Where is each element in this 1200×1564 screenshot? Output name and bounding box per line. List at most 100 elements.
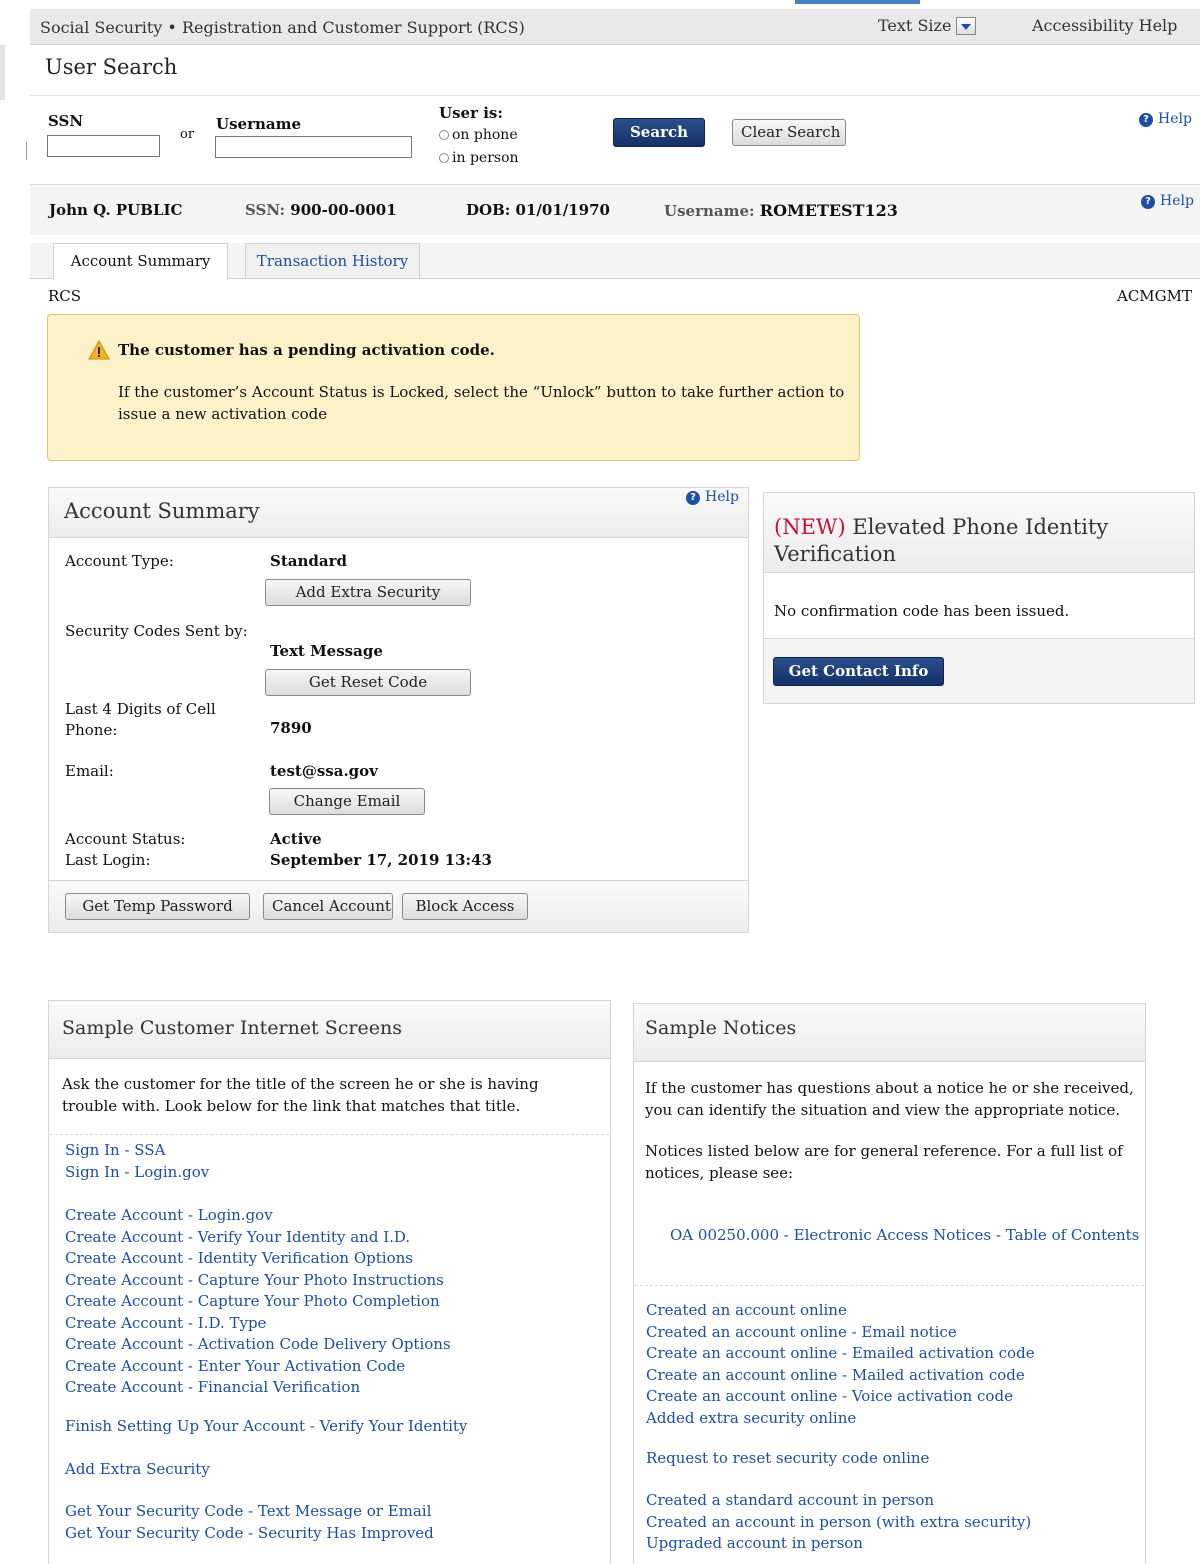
account-type-label: Account Type: [65, 552, 174, 570]
sample-screens-divider [50, 1134, 609, 1135]
sample-screens-group-finish: Finish Setting Up Your Account - Verify … [65, 1416, 467, 1438]
alert-title: The customer has a pending activation co… [118, 341, 495, 359]
cell-label-line1: Last 4 Digits of Cell [65, 700, 216, 718]
link-create-photo-completion[interactable]: Create Account - Capture Your Photo Comp… [65, 1291, 451, 1313]
sample-screens-group-create: Create Account - Login.gov Create Accoun… [65, 1205, 451, 1399]
in-person-radio[interactable] [439, 153, 449, 163]
link-sign-in-login-gov[interactable]: Sign In - Login.gov [65, 1162, 209, 1184]
text-size-label[interactable]: Text Size [878, 16, 951, 35]
elevated-verification-title: (NEW) Elevated Phone Identity Verificati… [774, 514, 1108, 568]
help-label: Help [1160, 193, 1194, 209]
link-security-code-improved[interactable]: Get Your Security Code - Security Has Im… [65, 1523, 434, 1545]
sample-notices-intro2: Notices listed below are for general ref… [645, 1142, 1123, 1182]
link-notice-created-online[interactable]: Created an account online [646, 1300, 1035, 1322]
sample-screens-group-signin: Sign In - SSA Sign In - Login.gov [65, 1140, 209, 1183]
on-phone-radio[interactable] [439, 130, 449, 140]
help-icon: ? [1139, 113, 1153, 127]
account-type-value: Standard [270, 552, 347, 570]
link-create-delivery-options[interactable]: Create Account - Activation Code Deliver… [65, 1334, 451, 1356]
security-codes-value: Text Message [270, 642, 383, 660]
link-create-financial[interactable]: Create Account - Financial Verification [65, 1377, 451, 1399]
sample-screens-intro: Ask the customer for the title of the sc… [62, 1075, 539, 1115]
link-notice-in-person-extra[interactable]: Created an account in person (with extra… [646, 1512, 1031, 1534]
link-create-login-gov[interactable]: Create Account - Login.gov [65, 1205, 451, 1227]
email-label: Email: [65, 762, 114, 780]
link-finish-setup[interactable]: Finish Setting Up Your Account - Verify … [65, 1416, 467, 1438]
link-sign-in-ssa[interactable]: Sign In - SSA [65, 1140, 209, 1162]
customer-dob: DOB: 01/01/1970 [466, 201, 610, 219]
chevron-down-icon [961, 24, 971, 30]
get-contact-info-button[interactable]: Get Contact Info [773, 657, 944, 686]
text-size-dropdown[interactable] [956, 17, 976, 35]
sample-notices-group-online: Created an account online Created an acc… [646, 1300, 1035, 1429]
help-icon: ? [686, 491, 700, 505]
link-notice-extra-security[interactable]: Added extra security online [646, 1408, 1035, 1430]
accessibility-help-link[interactable]: Accessibility Help [1032, 16, 1177, 35]
account-summary-title: Account Summary [64, 499, 260, 523]
sample-screens-group-security-code: Get Your Security Code - Text Message or… [65, 1501, 434, 1544]
link-add-extra-security[interactable]: Add Extra Security [65, 1459, 210, 1481]
breadcrumb-right: ACMGMT [1117, 287, 1193, 305]
search-help-link[interactable]: ? Help [1139, 111, 1192, 127]
sample-notices-group-reset: Request to reset security code online [646, 1448, 929, 1470]
customer-username-label: Username: [664, 202, 755, 220]
customer-ssn: SSN: 900-00-0001 [245, 201, 397, 219]
link-notice-email[interactable]: Created an account online - Email notice [646, 1322, 1035, 1344]
sample-screens-title: Sample Customer Internet Screens [62, 1017, 402, 1039]
block-access-button[interactable]: Block Access [402, 893, 528, 920]
link-notice-upgraded[interactable]: Upgraded account in person [646, 1533, 1031, 1555]
cell-value: 7890 [270, 719, 312, 737]
sample-notices-intro: If the customer has questions about a no… [645, 1079, 1134, 1119]
customer-dob-value: 01/01/1970 [515, 201, 610, 219]
add-extra-security-button[interactable]: Add Extra Security [265, 579, 471, 606]
sample-notices-group-in-person: Created a standard account in person Cre… [646, 1490, 1031, 1555]
link-create-photo-instructions[interactable]: Create Account - Capture Your Photo Inst… [65, 1270, 451, 1292]
in-person-option[interactable]: in person [439, 150, 519, 166]
ssn-label: SSN [48, 112, 84, 130]
link-create-enter-activation[interactable]: Create Account - Enter Your Activation C… [65, 1356, 451, 1378]
tab-transaction-history[interactable]: Transaction History [245, 243, 420, 279]
tab-account-summary[interactable]: Account Summary [53, 243, 228, 280]
sample-notices-divider [635, 1285, 1144, 1286]
customer-username: Username: ROMETEST123 [664, 201, 898, 220]
link-notice-voice-code[interactable]: Create an account online - Voice activat… [646, 1386, 1035, 1408]
get-reset-code-button[interactable]: Get Reset Code [265, 669, 471, 696]
username-label: Username [216, 115, 302, 133]
email-value: test@ssa.gov [270, 762, 378, 780]
help-label: Help [705, 489, 739, 505]
link-create-verification-options[interactable]: Create Account - Identity Verification O… [65, 1248, 451, 1270]
clear-search-button[interactable]: Clear Search [732, 119, 846, 146]
link-notice-mailed-code[interactable]: Create an account online - Mailed activa… [646, 1365, 1035, 1387]
elevated-body-text: No confirmation code has been issued. [774, 602, 1070, 620]
top-accent-line [795, 0, 920, 4]
ssn-input[interactable] [47, 135, 160, 157]
left-gutter-mark [26, 142, 27, 160]
left-gutter-line [0, 45, 5, 100]
link-create-id-type[interactable]: Create Account - I.D. Type [65, 1313, 451, 1335]
link-security-code-text[interactable]: Get Your Security Code - Text Message or… [65, 1501, 434, 1523]
link-notice-standard-in-person[interactable]: Created a standard account in person [646, 1490, 1031, 1512]
customer-info-bar [30, 185, 1200, 235]
customer-help-link[interactable]: ? Help [1141, 193, 1194, 209]
link-create-verify-identity[interactable]: Create Account - Verify Your Identity an… [65, 1227, 451, 1249]
search-button[interactable]: Search [613, 118, 705, 147]
get-temp-password-button[interactable]: Get Temp Password [65, 893, 250, 920]
link-notice-emailed-code[interactable]: Create an account online - Emailed activ… [646, 1343, 1035, 1365]
page-title: User Search [45, 55, 178, 79]
elevated-title-line2: Verification [774, 542, 897, 566]
username-input[interactable] [215, 136, 412, 158]
cancel-account-button[interactable]: Cancel Account [263, 893, 393, 920]
sample-notices-title: Sample Notices [645, 1017, 797, 1039]
toc-link[interactable]: OA 00250.000 - Electronic Access Notices… [670, 1226, 1139, 1244]
tab-account-summary-label: Account Summary [70, 252, 211, 270]
last-login-label: Last Login: [65, 851, 151, 869]
sample-screens-group-extra: Add Extra Security [65, 1459, 210, 1481]
customer-name: John Q. PUBLIC [49, 201, 183, 219]
cell-label-line2: Phone: [65, 721, 118, 739]
change-email-button[interactable]: Change Email [269, 788, 425, 815]
on-phone-option[interactable]: on phone [439, 127, 518, 143]
user-is-label: User is: [439, 104, 503, 122]
link-notice-reset-code[interactable]: Request to reset security code online [646, 1448, 929, 1470]
last-login-value: September 17, 2019 13:43 [270, 851, 492, 869]
account-summary-help-link[interactable]: ? Help [686, 489, 739, 505]
